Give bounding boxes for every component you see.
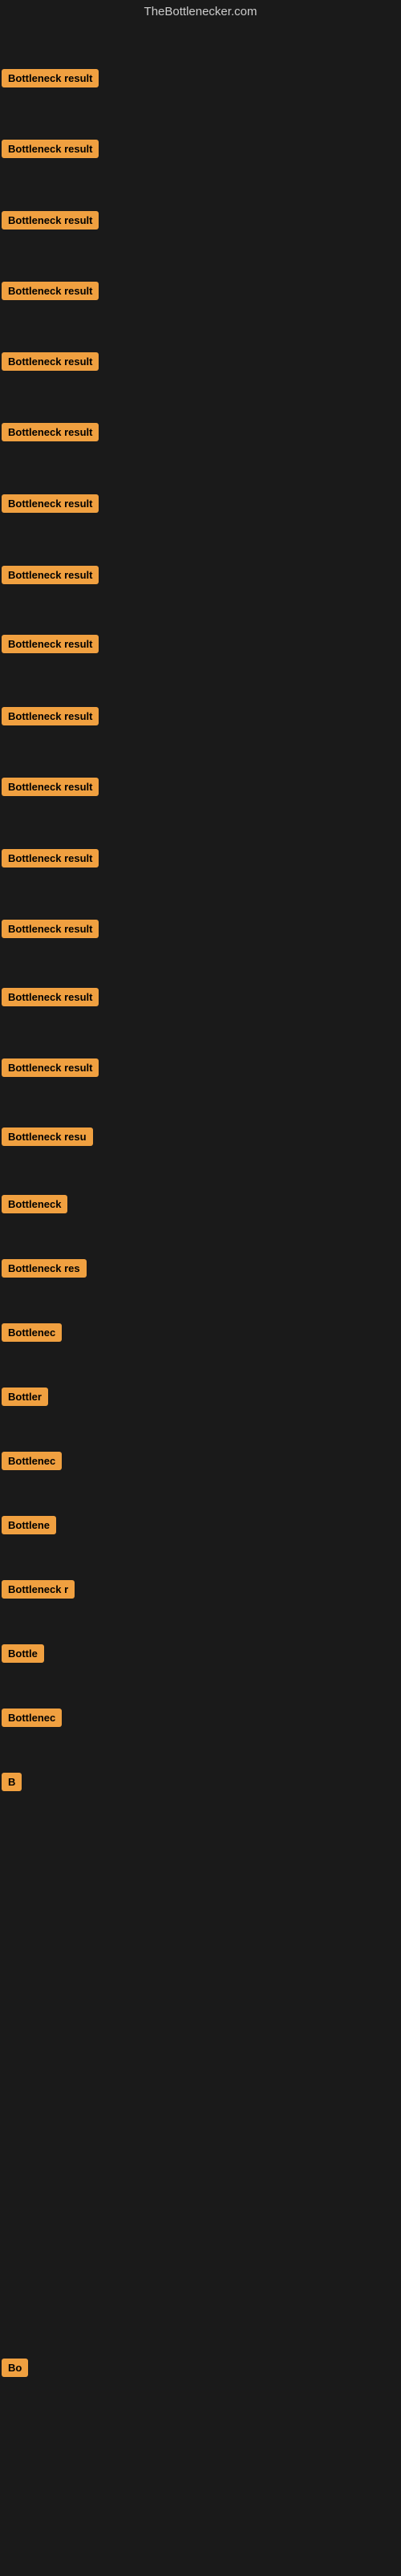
bottleneck-label[interactable]: Bottleneck result bbox=[2, 920, 99, 938]
bottleneck-label[interactable]: Bottleneck result bbox=[2, 494, 99, 513]
row-item: Bottleneck result bbox=[2, 965, 99, 1029]
row-item: Bottleneck result bbox=[2, 754, 99, 819]
bottleneck-label[interactable]: Bottleneck result bbox=[2, 211, 99, 230]
bottleneck-label[interactable]: Bottleneck result bbox=[2, 707, 99, 725]
bottleneck-label[interactable]: Bottleneck res bbox=[2, 1259, 87, 1278]
row-item: Bottlene bbox=[2, 1493, 56, 1557]
row-item: Bottleneck res bbox=[2, 1236, 87, 1300]
bottleneck-label[interactable]: Bottleneck r bbox=[2, 1580, 75, 1599]
row-item: Bottleneck result bbox=[2, 329, 99, 393]
row-item: Bottlenec bbox=[2, 1685, 62, 1749]
row-item: Bottleneck result bbox=[2, 896, 99, 961]
bottleneck-label[interactable]: Bottleneck result bbox=[2, 849, 99, 867]
bottleneck-label[interactable]: Bottleneck result bbox=[2, 778, 99, 796]
row-item: Bottleneck r bbox=[2, 1557, 75, 1621]
bottleneck-label[interactable]: Bottleneck result bbox=[2, 352, 99, 371]
site-title-container: TheBottlenecker.com bbox=[0, 0, 401, 24]
bottleneck-label[interactable]: Bottlenec bbox=[2, 1452, 62, 1470]
bottleneck-label[interactable]: Bottleneck bbox=[2, 1195, 67, 1213]
bottleneck-label[interactable]: B bbox=[2, 1773, 22, 1791]
row-item: Bottleneck result bbox=[2, 400, 99, 464]
row-item: Bottle bbox=[2, 1621, 44, 1685]
bottleneck-label[interactable]: Bottlenec bbox=[2, 1709, 62, 1727]
bottleneck-label[interactable]: Bottlene bbox=[2, 1516, 56, 1534]
row-item: Bottler bbox=[2, 1364, 48, 1428]
row-item: Bottleneck result bbox=[2, 1035, 99, 1099]
row-item: Bottleneck result bbox=[2, 188, 99, 252]
bottleneck-label[interactable]: Bottlenec bbox=[2, 1323, 62, 1342]
row-item: Bottleneck resu bbox=[2, 1104, 93, 1168]
row-item: Bottleneck result bbox=[2, 258, 99, 323]
row-item: B bbox=[2, 1749, 22, 1814]
bottleneck-label[interactable]: Bottleneck resu bbox=[2, 1128, 93, 1146]
row-item: Bottleneck result bbox=[2, 46, 99, 110]
row-item: Bottlenec bbox=[2, 1300, 62, 1364]
bottleneck-label[interactable]: Bottleneck result bbox=[2, 282, 99, 300]
row-item: Bottleneck result bbox=[2, 471, 99, 535]
row-item: Bottleneck result bbox=[2, 826, 99, 890]
bottleneck-label[interactable]: Bottleneck result bbox=[2, 423, 99, 441]
bottleneck-label[interactable]: Bottle bbox=[2, 1644, 44, 1663]
bottleneck-label[interactable]: Bottleneck result bbox=[2, 69, 99, 87]
bottleneck-label[interactable]: Bottleneck result bbox=[2, 635, 99, 653]
row-item: Bottlenec bbox=[2, 1428, 62, 1493]
row-item: Bottleneck result bbox=[2, 542, 99, 607]
bottleneck-label[interactable]: Bottleneck result bbox=[2, 988, 99, 1006]
bottleneck-label[interactable]: Bottleneck result bbox=[2, 1058, 99, 1077]
row-item: Bo bbox=[2, 2335, 28, 2399]
site-title: TheBottlenecker.com bbox=[144, 5, 257, 18]
row-item: Bottleneck result bbox=[2, 611, 99, 676]
bottleneck-label[interactable]: Bottler bbox=[2, 1388, 48, 1406]
bottleneck-label[interactable]: Bo bbox=[2, 2359, 28, 2377]
bottleneck-label[interactable]: Bottleneck result bbox=[2, 140, 99, 158]
row-item: Bottleneck bbox=[2, 1172, 67, 1236]
bottleneck-label[interactable]: Bottleneck result bbox=[2, 566, 99, 584]
row-item: Bottleneck result bbox=[2, 684, 99, 748]
row-item: Bottleneck result bbox=[2, 116, 99, 181]
